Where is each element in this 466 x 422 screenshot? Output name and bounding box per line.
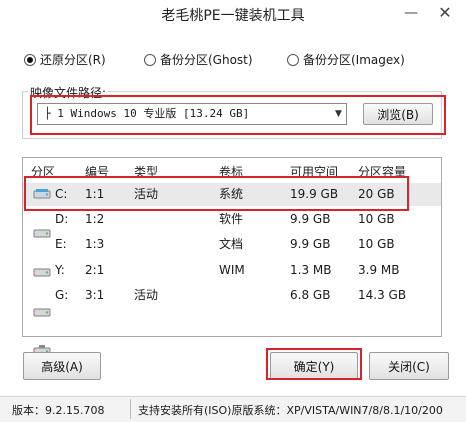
cell-size: 10 GB xyxy=(358,212,395,226)
radio-label: 备份分区(Ghost) xyxy=(160,53,253,67)
radio-label: 还原分区(R) xyxy=(40,53,106,67)
radio-indicator xyxy=(24,53,36,66)
close-window-button[interactable]: ✕ xyxy=(432,2,458,26)
radio-indicator xyxy=(287,53,299,66)
cell-number: 1:3 xyxy=(85,237,105,251)
cell-label: WIM xyxy=(219,263,245,277)
advanced-button[interactable]: 高级(A) xyxy=(23,352,101,380)
status-divider xyxy=(130,399,131,419)
cell-number: 2:1 xyxy=(85,263,105,277)
minimize-button[interactable]: — xyxy=(400,4,422,24)
close-button[interactable]: 关闭(C) xyxy=(369,352,449,380)
supported-systems-label: 支持安装所有(ISO)原版系统：XP/VISTA/WIN7/8/8.1/10/2… xyxy=(138,404,443,417)
cell-label: 文档 xyxy=(219,237,244,251)
cell-drive: Y: xyxy=(55,263,65,277)
radio-restore[interactable]: 还原分区(R) xyxy=(24,51,106,68)
radio-backup-imagex[interactable]: 备份分区(Imagex) xyxy=(287,51,405,68)
radio-indicator xyxy=(144,53,156,66)
ok-button-highlight xyxy=(266,348,362,380)
version-label: 版本：9.2.15.708 xyxy=(12,404,105,417)
cell-free: 9.9 GB xyxy=(290,237,331,251)
cell-number: 3:1 xyxy=(85,288,105,302)
selected-row-highlight xyxy=(24,176,409,211)
cell-size: 14.3 GB xyxy=(358,288,407,302)
cell-free: 6.8 GB xyxy=(290,288,331,302)
radio-backup-ghost[interactable]: 备份分区(Ghost) xyxy=(144,51,253,68)
drive-icon xyxy=(33,305,51,319)
cell-free: 1.3 MB xyxy=(290,263,332,277)
cell-label: 软件 xyxy=(219,212,244,226)
cell-drive: D: xyxy=(55,212,69,226)
cell-type: 活动 xyxy=(134,288,159,302)
cell-number: 1:2 xyxy=(85,212,105,226)
cell-size: 10 GB xyxy=(358,237,395,251)
cell-drive: G: xyxy=(55,288,69,302)
radio-label: 备份分区(Imagex) xyxy=(303,53,405,67)
image-path-highlight xyxy=(30,95,446,135)
cell-free: 9.9 GB xyxy=(290,212,331,226)
cell-size: 3.9 MB xyxy=(358,263,400,277)
window-title: 老毛桃PE一键装机工具 xyxy=(161,8,305,24)
cell-drive: E: xyxy=(55,237,67,251)
